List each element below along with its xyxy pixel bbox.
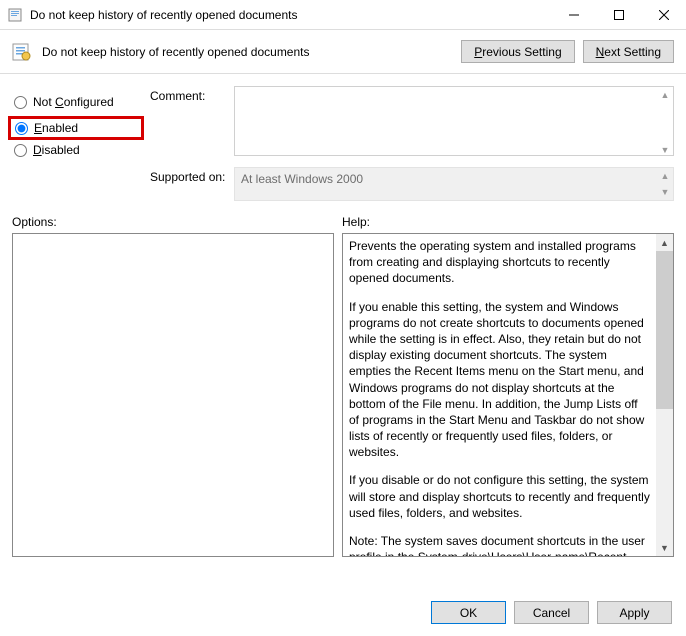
help-label: Help:: [342, 215, 674, 229]
policy-title: Do not keep history of recently opened d…: [42, 45, 453, 59]
radio-not-configured-input[interactable]: [14, 96, 27, 109]
window-controls: [551, 0, 686, 29]
help-panel: Prevents the operating system and instal…: [342, 233, 674, 557]
help-paragraph: If you disable or do not configure this …: [349, 472, 650, 521]
radio-enabled-input[interactable]: [15, 122, 28, 135]
scroll-thumb[interactable]: [656, 251, 673, 409]
radio-enabled[interactable]: Enabled: [8, 116, 144, 140]
help-paragraph: Note: The system saves document shortcut…: [349, 533, 650, 556]
policy-icon: [12, 42, 32, 62]
supported-row: Supported on: At least Windows 2000 ▲ ▼: [150, 167, 674, 201]
comment-label: Comment:: [150, 86, 228, 103]
radio-disabled[interactable]: Disabled: [12, 138, 140, 162]
radio-not-configured-label: Not Configured: [33, 95, 114, 109]
state-radios: Not Configured Enabled Disabled: [12, 86, 140, 201]
minimize-button[interactable]: [551, 0, 596, 29]
options-panel: [12, 233, 334, 557]
scroll-down-icon: ▼: [657, 184, 673, 200]
scroll-down-icon: ▼: [656, 539, 673, 556]
subheader: Do not keep history of recently opened d…: [0, 30, 686, 74]
options-label: Options:: [12, 215, 342, 229]
previous-setting-button[interactable]: Previous Setting: [461, 40, 574, 63]
upper-section: Not Configured Enabled Disabled Comment:…: [0, 74, 686, 205]
cancel-button[interactable]: Cancel: [514, 601, 589, 624]
dialog-buttons: OK Cancel Apply: [431, 601, 672, 624]
maximize-icon: [614, 10, 624, 20]
section-labels: Options: Help:: [0, 205, 686, 233]
scroll-up-icon: ▲: [657, 168, 673, 184]
supported-scrollbar: ▲ ▼: [657, 168, 673, 200]
titlebar: Do not keep history of recently opened d…: [0, 0, 686, 30]
ok-button[interactable]: OK: [431, 601, 506, 624]
radio-disabled-input[interactable]: [14, 144, 27, 157]
help-text: Prevents the operating system and instal…: [343, 234, 656, 556]
next-setting-button[interactable]: Next Setting: [583, 40, 674, 63]
help-scrollbar[interactable]: ▲ ▼: [656, 234, 673, 556]
radio-enabled-label: Enabled: [34, 121, 78, 135]
apply-button[interactable]: Apply: [597, 601, 672, 624]
close-button[interactable]: [641, 0, 686, 29]
comment-textarea[interactable]: [234, 86, 674, 156]
maximize-button[interactable]: [596, 0, 641, 29]
help-paragraph: If you enable this setting, the system a…: [349, 299, 650, 461]
radio-disabled-label: Disabled: [33, 143, 80, 157]
window-title: Do not keep history of recently opened d…: [30, 8, 551, 22]
scroll-track[interactable]: [656, 251, 673, 539]
fields-column: Comment: ▲ ▼ Supported on: At least Wind…: [150, 86, 674, 201]
panels: Prevents the operating system and instal…: [0, 233, 686, 557]
supported-label: Supported on:: [150, 167, 228, 184]
radio-not-configured[interactable]: Not Configured: [12, 90, 140, 114]
help-paragraph: Prevents the operating system and instal…: [349, 238, 650, 287]
scroll-up-icon: ▲: [657, 87, 673, 103]
supported-on-value: At least Windows 2000: [234, 167, 674, 201]
scroll-down-icon: ▼: [657, 142, 673, 158]
close-icon: [659, 10, 669, 20]
scroll-up-icon: ▲: [656, 234, 673, 251]
comment-scrollbar[interactable]: ▲ ▼: [657, 87, 673, 158]
policy-icon: [8, 7, 24, 23]
comment-row: Comment: ▲ ▼: [150, 86, 674, 159]
minimize-icon: [569, 10, 579, 20]
